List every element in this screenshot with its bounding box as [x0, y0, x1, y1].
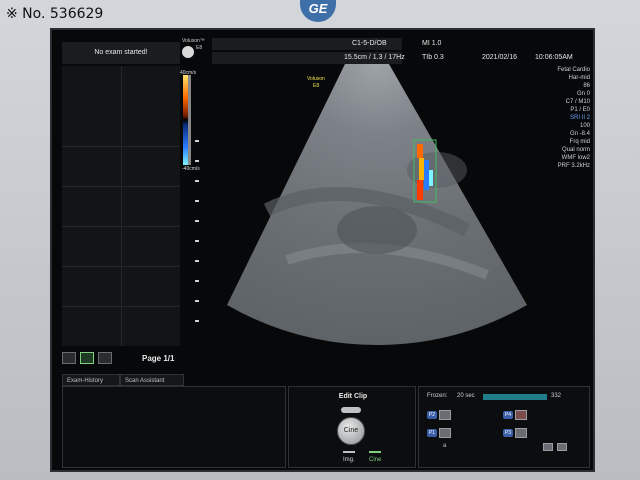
tab-exam-history[interactable]: Exam-History [62, 374, 120, 386]
param-line: 100 [579, 123, 590, 129]
param-line: Gn -8.4 [569, 131, 590, 137]
depth-tick [195, 280, 199, 282]
probe-mode: C1-5-D/OB [352, 40, 387, 47]
cine-knob[interactable]: Cine [337, 417, 365, 445]
depth-tick [195, 180, 199, 182]
page-label: Page 1/1 [142, 354, 175, 363]
param-line: Fetal Cardio [557, 67, 590, 73]
probe-line2: E8 [196, 45, 203, 51]
depth-tick [195, 240, 199, 242]
layout-grid-button[interactable] [80, 352, 94, 364]
depth-tick [195, 200, 199, 202]
photo-label: ※ No. 536629 [6, 6, 104, 22]
thumbnail-grid [62, 66, 180, 346]
depth-tick [195, 140, 199, 142]
cine-indicator [369, 451, 381, 453]
color-scale-bar [183, 75, 191, 165]
exam-status-text: No exam started! [94, 49, 148, 56]
mi-value: MI 1.0 [422, 40, 442, 47]
img-label[interactable]: Img. [343, 457, 355, 463]
print-icon[interactable] [439, 410, 451, 420]
frozen-max: 332 [551, 393, 562, 399]
parameter-panel: Fetal Cardio Har-mid 86 Gn 0 C7 / M10 P1… [530, 66, 590, 170]
param-line: SRI II 2 [569, 115, 590, 121]
param-line: Frq mid [569, 139, 590, 145]
frozen-seconds: 20 sec [457, 393, 475, 399]
layout-single-button[interactable] [62, 352, 76, 364]
history-panel [62, 386, 286, 468]
probe-icon [182, 46, 194, 58]
ultrasound-screen: No exam started! Voluson™ E8 C1-5-D/OB M… [50, 28, 595, 472]
param-line: C7 / M10 [565, 99, 590, 105]
storage-icon[interactable] [515, 428, 527, 438]
param-line: Qual norm [561, 147, 590, 153]
depth-tick [195, 220, 199, 222]
cine-panel: Edit Clip Cine Img. Cine [288, 386, 416, 468]
depth-tick [195, 260, 199, 262]
small-indicator: a [443, 443, 447, 449]
grid-line [121, 66, 122, 346]
edit-clip-label: Edit Clip [338, 393, 368, 400]
param-line: 86 [583, 83, 590, 89]
layout-list-button[interactable] [98, 352, 112, 364]
frozen-progress-bar[interactable] [483, 394, 547, 400]
param-line: WMF low2 [561, 155, 590, 161]
print-icon[interactable] [439, 428, 451, 438]
tab-scan-assistant[interactable]: Scan Assistant [120, 374, 184, 386]
page-controls: Page 1/1 [62, 352, 232, 368]
frozen-panel: Frozen: 20 sec 332 P2 P1 P4 P3 a [418, 386, 590, 468]
cine-label[interactable]: Cine [369, 457, 381, 463]
img-indicator [343, 451, 355, 453]
param-line: Gn 0 [576, 91, 590, 97]
depth-tick [195, 160, 199, 162]
p4-key-icon[interactable]: P4 [503, 411, 513, 419]
phone-icon[interactable] [557, 443, 567, 451]
ultrasound-image [227, 64, 527, 345]
p3-key-icon[interactable]: P3 [503, 429, 513, 437]
depth-tick [195, 300, 199, 302]
depth-scale [195, 140, 201, 340]
p2-key-icon[interactable]: P2 [427, 411, 437, 419]
frozen-label: Frozen: [427, 393, 448, 399]
depth-tick [195, 320, 199, 322]
param-line: Har-mid [568, 75, 590, 81]
param-line: P1 / E0 [570, 107, 590, 113]
probe-label: Voluson™ E8 [182, 38, 205, 68]
param-line: PRF 3.2kHz [557, 163, 590, 169]
knob-indicator [341, 407, 361, 413]
no-device-icon[interactable] [515, 410, 527, 420]
network-icon[interactable] [543, 443, 553, 451]
time: 10:06:05AM [535, 54, 573, 61]
exam-status-box: No exam started! [62, 42, 180, 64]
probe-line1: Voluson™ [182, 38, 205, 44]
tab-bar: Exam-History Scan Assistant [62, 374, 192, 386]
p1-key-icon[interactable]: P1 [427, 429, 437, 437]
